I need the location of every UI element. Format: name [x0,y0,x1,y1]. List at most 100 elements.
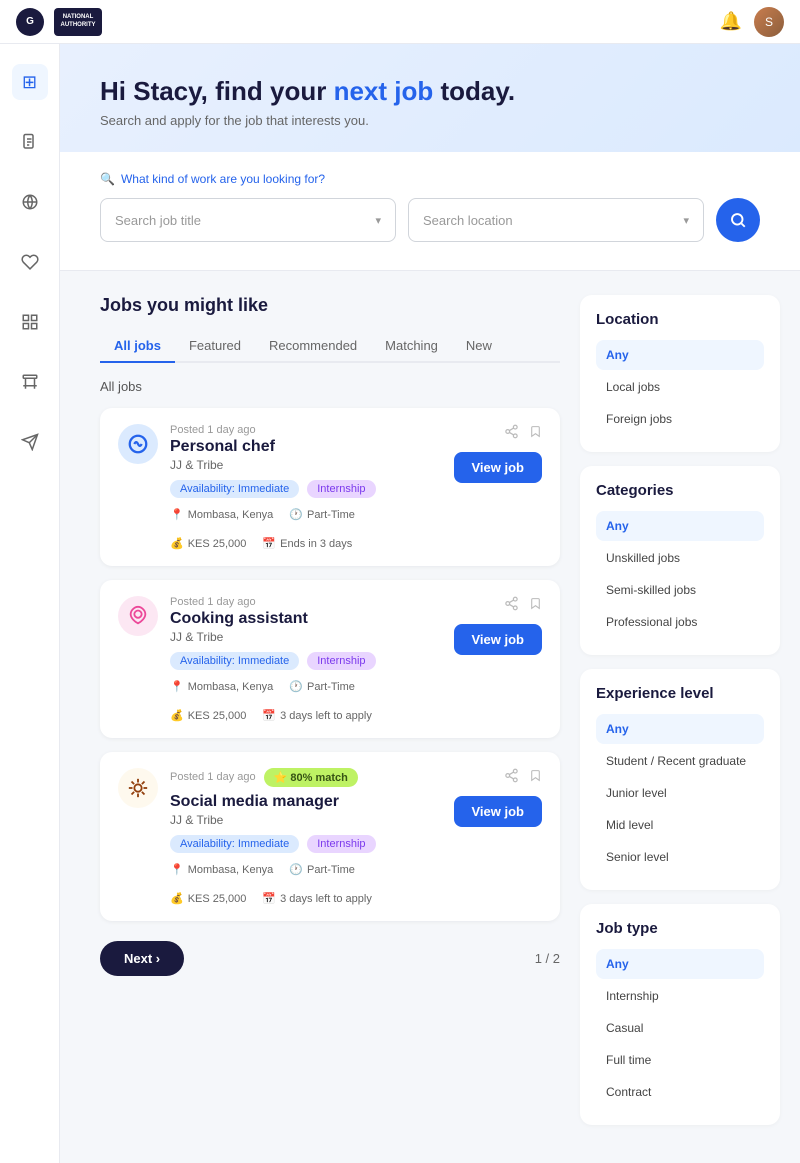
search-button[interactable] [716,198,760,242]
job-type-filter: Job type Any Internship Casual Full time… [580,904,780,1125]
filter-title-location: Location [596,311,764,328]
tab-new[interactable]: New [452,330,506,363]
experience-filter: Experience level Any Student / Recent gr… [580,669,780,890]
search-row: Search job title ▾ Search location ▾ [100,198,760,242]
sidebar-item-person[interactable] [12,364,48,400]
filter-title-job-type: Job type [596,920,764,937]
sidebar-item-document[interactable] [12,124,48,160]
logo-circle: G [16,8,44,36]
filter-option-any[interactable]: Any [596,714,764,744]
job-salary: 💰 KES 25,000 [170,892,246,905]
job-meta: 📍 Mombasa, Kenya 🕐 Part-Time 💰 KES 25,00… [170,863,442,905]
filter-option-mid[interactable]: Mid level [596,810,764,840]
hero-title: Hi Stacy, find your next job today. [100,76,760,107]
job-deadline: 📅 3 days left to apply [262,892,371,905]
filter-option-contract[interactable]: Contract [596,1077,764,1107]
bookmark-icon[interactable] [529,768,542,788]
view-job-button[interactable]: View job [454,452,543,483]
tab-matching[interactable]: Matching [371,330,452,363]
location-icon: 📍 [170,508,184,521]
hero-section: Hi Stacy, find your next job today. Sear… [60,44,800,152]
job-company: JJ & Tribe [170,458,442,472]
calendar-icon: 📅 [262,709,276,722]
job-location: 📍 Mombasa, Kenya [170,508,273,521]
sidebar: ⊞ [0,44,60,1163]
next-button[interactable]: Next › [100,941,184,976]
job-meta: 📍 Mombasa, Kenya 🕐 Part-Time 💰 KES 25,00… [170,508,442,550]
page-info: 1 / 2 [535,951,560,966]
filter-option-casual[interactable]: Casual [596,1013,764,1043]
job-posted: Posted 1 day ago [170,596,442,608]
filter-option-any[interactable]: Any [596,949,764,979]
hero-subtitle: Search and apply for the job that intere… [100,113,760,128]
user-avatar[interactable]: S [754,7,784,37]
right-sidebar: Location Any Local jobs Foreign jobs Cat… [580,295,780,1139]
filter-option-unskilled[interactable]: Unskilled jobs [596,543,764,573]
job-type: 🕐 Part-Time [289,680,355,693]
clock-icon: 🕐 [289,680,303,693]
job-title: Cooking assistant [170,610,442,628]
filter-option-any[interactable]: Any [596,511,764,541]
tab-all-jobs[interactable]: All jobs [100,330,175,363]
sidebar-item-send[interactable] [12,424,48,460]
money-icon: 💰 [170,892,184,905]
job-tags: Availability: Immediate Internship [170,480,442,498]
clock-icon: 🕐 [289,508,303,521]
bookmark-icon[interactable] [529,424,542,444]
share-icon[interactable] [504,424,519,444]
search-hint: 🔍 What kind of work are you looking for? [100,172,760,186]
job-title: Social media manager [170,793,442,811]
job-company: JJ & Tribe [170,630,442,644]
sidebar-item-dashboard[interactable]: ⊞ [12,64,48,100]
job-location: 📍 Mombasa, Kenya [170,863,273,876]
filter-option-local[interactable]: Local jobs [596,372,764,402]
filter-option-foreign[interactable]: Foreign jobs [596,404,764,434]
job-location: 📍 Mombasa, Kenya [170,680,273,693]
filter-option-any[interactable]: Any [596,340,764,370]
notifications-icon[interactable]: 🔔 [720,11,742,32]
calendar-icon: 📅 [262,537,276,550]
view-job-button[interactable]: View job [454,796,543,827]
share-icon[interactable] [504,596,519,616]
tag-internship: Internship [307,480,375,498]
tag-availability: Availability: Immediate [170,835,299,853]
match-badge: ⭐ 80% match [264,768,358,787]
jobs-tabs: All jobs Featured Recommended Matching N… [100,330,560,363]
sidebar-item-grid[interactable] [12,304,48,340]
filter-title-categories: Categories [596,482,764,499]
share-icon[interactable] [504,768,519,788]
content-area: Hi Stacy, find your next job today. Sear… [60,44,800,1163]
filter-option-senior[interactable]: Senior level [596,842,764,872]
filter-option-internship[interactable]: Internship [596,981,764,1011]
tag-internship: Internship [307,652,375,670]
job-type: 🕐 Part-Time [289,863,355,876]
filter-option-junior[interactable]: Junior level [596,778,764,808]
all-jobs-label: All jobs [100,379,560,394]
main-layout: ⊞ Hi Stacy, find your next job today. Se… [0,44,800,1163]
tab-featured[interactable]: Featured [175,330,255,363]
filter-option-fulltime[interactable]: Full time [596,1045,764,1075]
match-row: Posted 1 day ago ⭐ 80% match [170,768,442,787]
sidebar-item-globe[interactable] [12,184,48,220]
sidebar-item-heart[interactable] [12,244,48,280]
job-title-input[interactable]: Search job title ▾ [100,198,396,242]
tag-availability: Availability: Immediate [170,652,299,670]
location-filter: Location Any Local jobs Foreign jobs [580,295,780,452]
bookmark-icon[interactable] [529,596,542,616]
logo-area: G NATIONALAUTHORITY [16,8,102,36]
tab-recommended[interactable]: Recommended [255,330,371,363]
view-job-button[interactable]: View job [454,624,543,655]
jobs-title: Jobs you might like [100,295,560,316]
filter-option-semi-skilled[interactable]: Semi-skilled jobs [596,575,764,605]
location-icon: 📍 [170,680,184,693]
job-salary: 💰 KES 25,000 [170,537,246,550]
job-tags: Availability: Immediate Internship [170,652,442,670]
location-input[interactable]: Search location ▾ [408,198,704,242]
chevron-down-icon: ▾ [683,214,689,227]
filter-option-student[interactable]: Student / Recent graduate [596,746,764,776]
chevron-down-icon: ▾ [375,214,381,227]
clock-icon: 🕐 [289,863,303,876]
job-logo [118,424,158,464]
job-tags: Availability: Immediate Internship [170,835,442,853]
filter-option-professional[interactable]: Professional jobs [596,607,764,637]
